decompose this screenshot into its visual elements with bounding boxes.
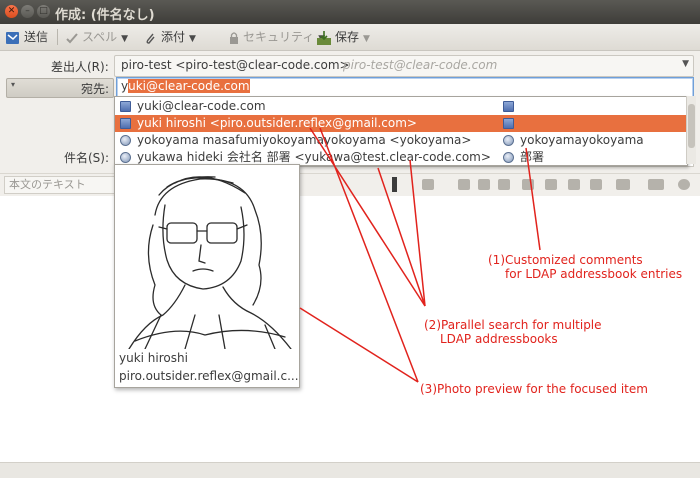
compose-toolbar: 送信 スペル▼ 添付▼ セキュリティ▼ 保存▼ (0, 24, 700, 51)
attach-label: 添付 (161, 30, 186, 44)
save-icon (317, 30, 331, 45)
autocomplete-item-comment: 部署 (520, 150, 545, 164)
lock-icon (230, 31, 238, 44)
title-bar: ✕ – □ 作成: (件名なし) (0, 0, 700, 24)
security-button[interactable]: セキュリティ▼ (228, 27, 325, 47)
chevron-down-icon: ▼ (682, 59, 689, 69)
italic-icon[interactable] (478, 179, 490, 190)
window-title: 作成: (件名なし) (55, 8, 155, 23)
chevron-down-icon: ▼ (121, 34, 129, 44)
minimize-icon[interactable]: – (21, 5, 34, 18)
paragraph-style-select[interactable]: 本文のテキスト (4, 176, 120, 194)
to-input[interactable]: yuki@clear-code.com (116, 77, 694, 98)
address-card-icon (503, 101, 514, 112)
bullet-list-icon[interactable] (522, 179, 534, 190)
from-value: piro-test <piro-test@clear-code.com> (121, 58, 350, 72)
autocomplete-item-text: yuki hiroshi <piro.outsider.reflex@gmail… (137, 116, 417, 130)
toolbar-divider (57, 29, 58, 45)
annotation-2-line1: (2)Parallel search for multiple (424, 318, 602, 332)
close-icon[interactable]: ✕ (5, 5, 18, 18)
ldap-directory-icon (120, 152, 131, 163)
save-label: 保存 (335, 30, 360, 44)
ldap-directory-icon (503, 152, 514, 163)
to-completed-selection: uki@clear-code.com (128, 79, 250, 93)
autocomplete-item-text: yuki@clear-code.com (137, 99, 266, 113)
maximize-icon[interactable]: □ (37, 5, 50, 18)
autocomplete-popup: yuki@clear-code.com yuki hiroshi <piro.o… (114, 96, 688, 166)
from-label: 差出人(R): (51, 60, 109, 74)
autocomplete-item[interactable]: yuki@clear-code.com (115, 98, 687, 115)
chevron-down-icon: ▼ (363, 34, 370, 44)
number-list-icon[interactable] (545, 179, 557, 190)
address-card-icon (503, 118, 514, 129)
chevron-down-icon: ▼ (189, 34, 196, 44)
autocomplete-item-comment: yokoyamayokoyama (520, 133, 644, 147)
subject-label: 件名(S): (64, 151, 110, 165)
chevron-down-icon: ▾ (11, 80, 16, 89)
scrollbar-thumb[interactable] (688, 104, 695, 148)
security-label: セキュリティ (243, 30, 315, 44)
photo-preview-panel: yuki hiroshi piro.outsider.reflex@gmail.… (114, 164, 300, 388)
to-label: 宛先: (80, 82, 109, 96)
bold-icon[interactable] (458, 179, 470, 190)
save-button[interactable]: 保存 ▼ (316, 27, 370, 47)
recipient-type-select[interactable]: ▾ 宛先: (6, 78, 114, 98)
text-color-icon[interactable] (392, 177, 397, 192)
format-toolbar: 本文のテキスト (0, 173, 700, 197)
outdent-icon[interactable] (568, 179, 580, 190)
autocomplete-scrollbar[interactable] (686, 96, 696, 164)
ldap-directory-icon (503, 135, 514, 146)
send-label: 送信 (24, 30, 49, 44)
indent-icon[interactable] (590, 179, 602, 190)
paperclip-icon (146, 33, 155, 44)
contact-photo (128, 176, 292, 349)
send-icon (6, 31, 19, 44)
autocomplete-item[interactable]: yokoyama masafumiyokoyamayokoyama <yokoy… (115, 132, 687, 149)
send-button[interactable]: 送信 (5, 27, 48, 47)
spell-button[interactable]: スペル ▼ (65, 27, 128, 47)
preview-contact-email: piro.outsider.reflex@gmail.c... (119, 369, 299, 383)
autocomplete-item-selected[interactable]: yuki hiroshi <piro.outsider.reflex@gmail… (115, 115, 687, 132)
preview-contact-name: yuki hiroshi (119, 351, 188, 365)
spell-label: スペル (82, 30, 118, 44)
address-card-icon (120, 101, 131, 112)
underline-icon[interactable] (498, 179, 510, 190)
to-typed-text: yuki@clear-code.com (121, 79, 250, 93)
spell-check-icon (66, 32, 78, 43)
annotation-3: (3)Photo preview for the focused item (420, 382, 648, 396)
annotation-1-line2: for LDAP addressbook entries (505, 267, 683, 281)
address-card-icon (120, 118, 131, 129)
annotation-2-line2: LDAP addressbooks (440, 332, 558, 346)
insert-icon[interactable] (648, 179, 664, 190)
emoticon-icon[interactable] (678, 179, 690, 190)
from-select[interactable]: piro-test <piro-test@clear-code.com> pir… (114, 55, 694, 77)
attach-button[interactable]: 添付 ▼ (144, 27, 196, 47)
font-size-icon[interactable] (422, 179, 434, 190)
status-bar (0, 462, 700, 478)
annotation-1-line1: (1)Customized comments (488, 253, 643, 267)
align-icon[interactable] (616, 179, 630, 190)
ldap-directory-icon (120, 135, 131, 146)
from-alias: piro-test@clear-code.com (343, 58, 498, 72)
autocomplete-item-text: yokoyama masafumiyokoyamayokoyama <yokoy… (137, 133, 472, 147)
